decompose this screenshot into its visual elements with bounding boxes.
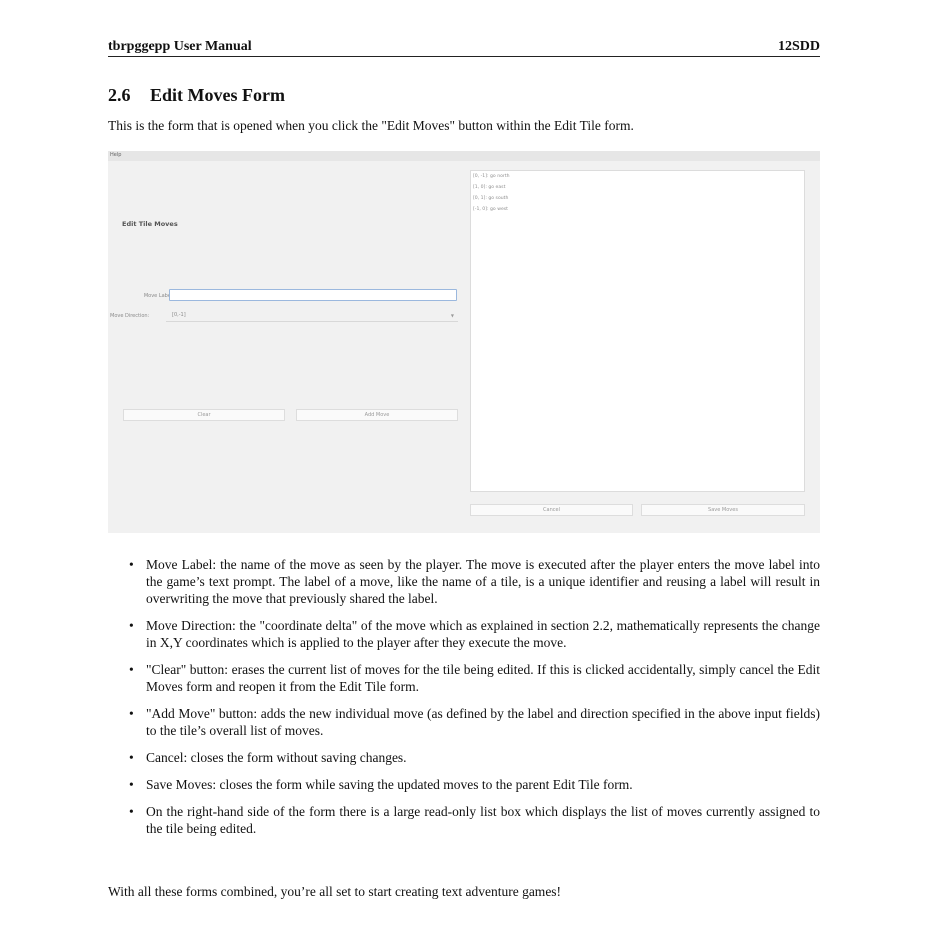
course-code: 12SDD — [777, 39, 820, 54]
list-item: Move Direction: the "coordinate delta" o… — [129, 617, 820, 651]
move-direction-select[interactable]: [0,-1] ▼ — [166, 310, 458, 322]
closing-paragraph: With all these forms combined, you’re al… — [108, 884, 562, 899]
page-header: tbrpggepp User Manual 12SDD — [108, 38, 820, 57]
moves-listbox[interactable]: [0, -1]: go north [1, 0]: go east [0, 1]… — [470, 170, 805, 492]
list-item[interactable]: [0, -1]: go north — [473, 174, 510, 179]
list-item[interactable]: [-1, 0]: go west — [473, 207, 508, 212]
list-item: On the right-hand side of the form there… — [129, 803, 820, 837]
list-item: Cancel: closes the form without saving c… — [129, 749, 820, 766]
cancel-button[interactable]: Cancel — [470, 504, 633, 516]
section-number: 2.6 — [108, 85, 131, 105]
chevron-down-icon: ▼ — [450, 313, 454, 318]
list-item: Move Label: the name of the move as seen… — [129, 556, 820, 607]
edit-moves-form-screenshot: Help Edit Tile Moves Move Label: Move Di… — [108, 151, 820, 533]
form-title: Edit Tile Moves — [122, 220, 178, 228]
move-label-caption: Move Label: — [143, 293, 174, 299]
move-direction-caption: Move Direction: — [110, 313, 150, 319]
menu-bar: Help — [108, 151, 820, 161]
list-item: "Clear" button: erases the current list … — [129, 661, 820, 695]
help-menu[interactable]: Help — [110, 152, 121, 158]
section-heading: 2.6 Edit Moves Form — [108, 85, 285, 106]
manual-title: tbrpggepp User Manual — [108, 39, 252, 54]
list-item[interactable]: [0, 1]: go south — [473, 196, 508, 201]
clear-button[interactable]: Clear — [123, 409, 285, 421]
intro-paragraph: This is the form that is opened when you… — [108, 118, 634, 133]
list-item: "Add Move" button: adds the new individu… — [129, 705, 820, 739]
add-move-button[interactable]: Add Move — [296, 409, 458, 421]
list-item[interactable]: [1, 0]: go east — [473, 185, 505, 190]
list-item: Save Moves: closes the form while saving… — [129, 776, 820, 793]
move-label-input[interactable] — [169, 289, 457, 301]
section-title: Edit Moves Form — [150, 85, 285, 105]
save-moves-button[interactable]: Save Moves — [641, 504, 805, 516]
move-direction-value: [0,-1] — [172, 312, 186, 318]
feature-list: Move Label: the name of the move as seen… — [129, 556, 820, 847]
